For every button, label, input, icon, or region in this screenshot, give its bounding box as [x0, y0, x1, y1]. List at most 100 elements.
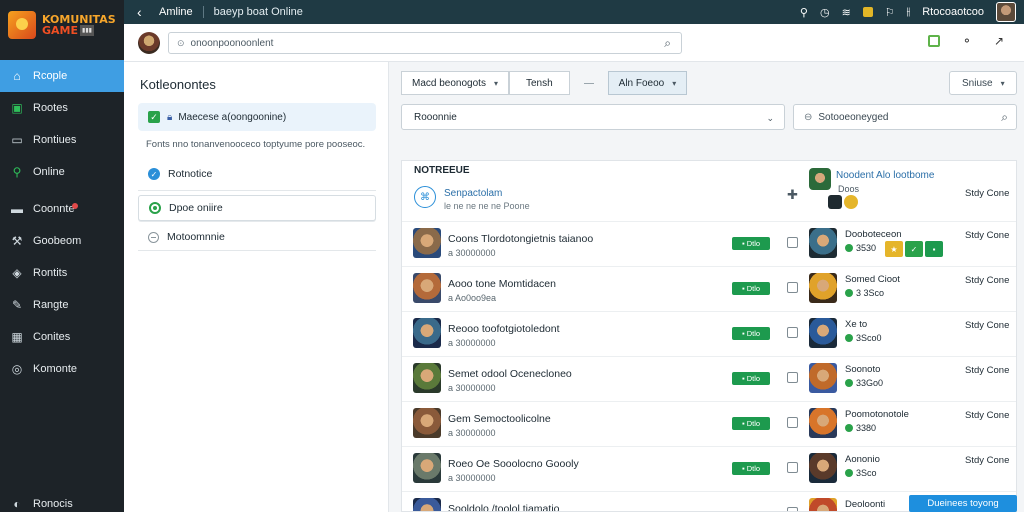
divider [202, 6, 204, 18]
player-score: 33Go0 [845, 378, 883, 388]
row-checkbox[interactable] [787, 327, 798, 338]
game-avatar[interactable] [413, 228, 441, 258]
game-avatar[interactable] [413, 408, 441, 438]
filter-tab-1[interactable]: Macd beonogots ▾ [401, 71, 509, 95]
row-checkbox[interactable] [787, 462, 798, 473]
row-checkbox[interactable] [787, 237, 798, 248]
wifi-icon[interactable]: ≋ [842, 6, 851, 19]
location-icon[interactable]: ⚲ [800, 6, 808, 19]
table-row[interactable]: Coons Tlordotongietnis taianoo a 30000000… [402, 221, 1016, 266]
row-title[interactable]: Gem Semoctoolicolne [448, 413, 551, 425]
option-2[interactable]: Dpoe oniire [138, 195, 376, 221]
search-icon[interactable]: ⌕ [664, 36, 671, 51]
header-status: Stdy Cone [965, 188, 1010, 199]
plus-icon[interactable]: ✚ [787, 187, 798, 203]
table-row[interactable]: Semet odool Ocenecloneo a 30000000 ▪ Dtlo S… [402, 356, 1016, 401]
sidebar-bottom-item[interactable]: ◐ Ronocis [0, 492, 124, 512]
filter-tab-2[interactable]: Tensh [508, 71, 570, 95]
power-icon: ◐ [13, 497, 21, 511]
list-header-name[interactable]: Senpactolam [444, 188, 502, 199]
player-avatar[interactable] [809, 318, 837, 348]
option-3[interactable]: Motoomnnie [138, 224, 376, 250]
window-icon: ▬ [11, 202, 23, 216]
search-icon[interactable]: ⌕ [1001, 110, 1008, 125]
check-icon: ✓ [148, 111, 160, 123]
avatar[interactable] [996, 2, 1016, 22]
player-avatar[interactable] [809, 498, 837, 511]
sidebar-item-9[interactable]: ◎ Komonte [0, 353, 124, 385]
radio-green-icon [149, 202, 161, 214]
sidebar-item-7[interactable]: ✎ Rangte [0, 289, 124, 321]
player-name: Aononio [845, 454, 880, 465]
play-button[interactable]: ▪ Dtlo [732, 237, 770, 250]
table-row[interactable]: Reooo toofotgiotoledont a 30000000 ▪ Dtlo X… [402, 311, 1016, 356]
row-subtitle: a Ao0oo9ea [448, 293, 497, 303]
sidebar-item-8[interactable]: ▦ Conites [0, 321, 124, 353]
play-button[interactable]: ▪ Dtlo [732, 282, 770, 295]
row-title[interactable]: Aooo tone Momtidacen [448, 278, 556, 290]
play-button[interactable]: ▪ Dtlo [732, 462, 770, 475]
row-checkbox[interactable] [787, 282, 798, 293]
selected-filter[interactable]: ✓ 🔒︎ Maecese a(oongoonine) [138, 103, 376, 131]
option-1[interactable]: ✓ Rotnotice [138, 161, 376, 187]
cta-button[interactable]: Dueinees toyong [909, 495, 1017, 512]
player-avatar[interactable] [809, 228, 837, 258]
table-row[interactable]: Gem Semoctoolicolne a 30000000 ▪ Dtlo Poomo… [402, 401, 1016, 446]
notification-badge [72, 203, 78, 209]
game-avatar[interactable] [413, 453, 441, 483]
row-checkbox[interactable] [787, 507, 798, 511]
player-avatar[interactable] [809, 363, 837, 393]
add-icon[interactable] [927, 35, 940, 47]
share-icon[interactable]: ↗ [994, 34, 1004, 48]
chevron-down-icon: ▾ [672, 78, 677, 88]
row-title[interactable]: Sooldolo /toolol tiamatio [448, 503, 560, 511]
sort-select[interactable]: Sniuse ▾ [949, 71, 1017, 95]
player-avatar[interactable] [809, 453, 837, 483]
sidebar-item-5[interactable]: ⚒ Goobeom [0, 225, 124, 257]
notification-icon[interactable] [862, 7, 873, 17]
player-avatar[interactable] [809, 408, 837, 438]
game-avatar[interactable] [413, 318, 441, 348]
sidebar-item-0[interactable]: ⌂ Rcople [0, 60, 124, 92]
row-checkbox[interactable] [787, 417, 798, 428]
player-avatar[interactable] [809, 273, 837, 303]
search-input[interactable]: ⊙ onoonpoonoonlent ⌕ [168, 32, 682, 54]
clock-icon[interactable]: ◷ [820, 6, 830, 19]
table-row[interactable]: Roeo Oe Sooolocno Goooly a 30000000 ▪ Dtlo… [402, 446, 1016, 491]
tree-icon[interactable]: ⫲ [907, 6, 911, 19]
microphone-icon[interactable]: ⚬ [962, 34, 972, 48]
row-subtitle: a 30000000 [448, 428, 496, 438]
filter-tabs: Macd beonogots ▾ Tensh Aln Foeoo ▾ [401, 71, 688, 95]
play-button[interactable]: ▪ Dtlo [732, 417, 770, 430]
sidebar-item-label: Rangte [33, 299, 69, 311]
sidebar-item-1[interactable]: ▣ Rootes [0, 92, 124, 124]
sidebar-item-6[interactable]: ◈ Rontits [0, 257, 124, 289]
profile-avatar[interactable] [138, 32, 160, 54]
play-button[interactable]: ▪ Dtlo [732, 372, 770, 385]
sidebar-item-3[interactable]: ⚲ Online [0, 156, 124, 188]
sidebar-item-2[interactable]: ▭ Rontiues [0, 124, 124, 156]
brand-logo[interactable]: KOMUNITAS GAME ▮▮▮ [8, 8, 120, 42]
search-placeholder: onoonpoonoonlent [190, 37, 274, 49]
row-title[interactable]: Roeo Oe Sooolocno Goooly [448, 458, 579, 470]
user-name[interactable]: Rtocoaotcoo [922, 6, 984, 18]
chevron-left-icon[interactable]: ‹ [137, 4, 151, 20]
row-title[interactable]: Coons Tlordotongietnis taianoo [448, 233, 593, 245]
game-avatar[interactable] [413, 498, 441, 511]
lock-icon: 🔒︎ [167, 111, 173, 123]
player-name: Xe to [845, 319, 868, 330]
row-title[interactable]: Semet odool Ocenecloneo [448, 368, 572, 380]
row-title[interactable]: Reooo toofotgiotoledont [448, 323, 560, 335]
category-dropdown[interactable]: Rooonnie ⌄ [401, 104, 785, 130]
row-checkbox[interactable] [787, 372, 798, 383]
play-button[interactable]: ▪ Dtlo [732, 327, 770, 340]
sidebar-item-4[interactable]: ▬ Coonnte [0, 193, 124, 225]
featured-name[interactable]: Noodent Alo lootbome [836, 170, 934, 181]
filter-tab-3[interactable]: Aln Foeoo ▾ [607, 71, 688, 95]
table-row[interactable]: Aooo tone Momtidacen a Ao0oo9ea ▪ Dtlo Some… [402, 266, 1016, 311]
bell-icon[interactable]: ⚐ [885, 6, 895, 19]
featured-avatar[interactable] [809, 168, 831, 190]
game-avatar[interactable] [413, 363, 441, 393]
game-avatar[interactable] [413, 273, 441, 303]
list-search-input[interactable]: ⊖ Sotooeoneyged ⌕ [793, 104, 1017, 130]
